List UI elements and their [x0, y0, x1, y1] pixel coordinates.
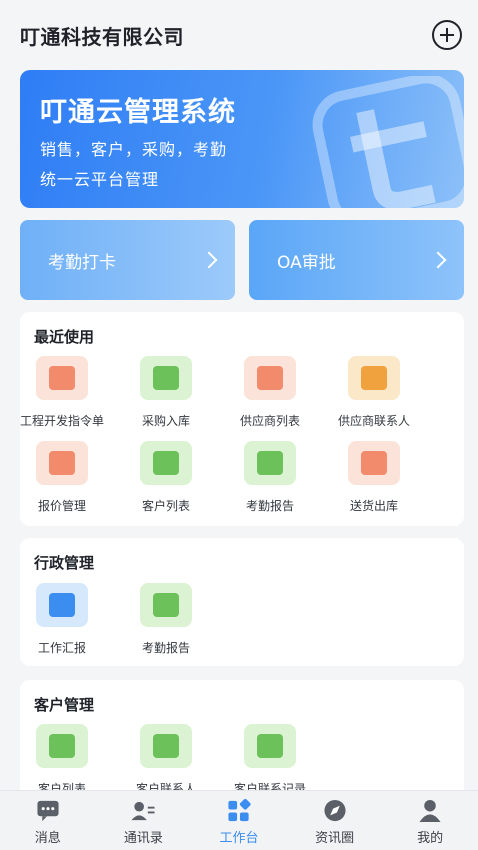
- app-shortcut[interactable]: 客户列表: [7, 724, 117, 797]
- app-shortcut[interactable]: 供应商联系人: [319, 356, 429, 429]
- bottom-tab-bar: 消息 通讯录 工作台 资讯圈 我的: [0, 790, 478, 850]
- app-label: 工作汇报: [37, 641, 86, 655]
- icon-glyph: [361, 451, 387, 475]
- tab-compass[interactable]: 资讯圈: [287, 791, 383, 850]
- chevron-right-icon: [429, 251, 447, 269]
- supplier-store-icon: [244, 356, 296, 400]
- add-circle-icon[interactable]: [432, 20, 462, 50]
- compass-icon: [324, 799, 346, 822]
- chevron-right-icon: [200, 251, 218, 269]
- oa-approval-button[interactable]: OA审批: [249, 220, 464, 300]
- tab-label: 消息: [34, 831, 61, 846]
- company-title: 叮通科技有限公司: [20, 24, 184, 49]
- attendance-checkin-button[interactable]: 考勤打卡: [20, 220, 235, 300]
- stack-icon: [36, 356, 88, 400]
- delivery-truck-icon: [348, 441, 400, 485]
- app-label: 工程开发指令单: [19, 414, 104, 428]
- app-shortcut[interactable]: 供应商列表: [215, 356, 325, 429]
- app-shortcut[interactable]: 报价管理: [7, 441, 117, 514]
- app-label: 送货出库: [349, 499, 398, 513]
- app-shortcut[interactable]: 考勤报告: [215, 441, 325, 514]
- tab-label: 工作台: [219, 831, 259, 846]
- icon-glyph: [153, 366, 179, 390]
- app-shortcut[interactable]: 工程开发指令单: [7, 356, 117, 429]
- app-shortcut[interactable]: 客户联系人: [111, 724, 221, 797]
- icon-glyph: [153, 593, 179, 617]
- section-title: 行政管理: [34, 554, 95, 572]
- icon-glyph: [361, 366, 387, 390]
- icon-glyph: [257, 366, 283, 390]
- warehouse-truck-icon: [140, 356, 192, 400]
- app-label: 采购入库: [141, 414, 190, 428]
- icon-glyph: [49, 593, 75, 617]
- app-label: 客户列表: [141, 499, 190, 513]
- contact-book-icon: [348, 356, 400, 400]
- system-banner[interactable]: 叮通云管理系统 销售，客户，采购，考勤 统一云平台管理: [20, 70, 464, 208]
- tab-label: 我的: [417, 831, 444, 846]
- app-shortcut[interactable]: 客户列表: [111, 441, 221, 514]
- report-edit-icon: [36, 583, 88, 627]
- app-header: 叮通科技有限公司: [0, 0, 478, 70]
- calendar-chart-icon: [140, 583, 192, 627]
- app-shortcut[interactable]: 考勤报告: [111, 583, 221, 656]
- customer-check-icon: [140, 441, 192, 485]
- icon-glyph: [49, 366, 75, 390]
- calendar-chart-icon: [244, 441, 296, 485]
- tab-label: 资讯圈: [315, 831, 355, 846]
- customer-check-icon: [36, 724, 88, 768]
- tab-workbench[interactable]: 工作台: [191, 791, 287, 850]
- app-label: 考勤报告: [245, 499, 294, 513]
- app-shortcut[interactable]: 工作汇报: [7, 583, 117, 656]
- workbench-icon: [228, 799, 251, 822]
- app-shortcut[interactable]: 客户联系记录: [215, 724, 325, 797]
- phone-record-icon: [244, 724, 296, 768]
- yuan-quote-icon: [36, 441, 88, 485]
- app-label: 报价管理: [37, 499, 86, 513]
- app-label: 供应商联系人: [337, 414, 410, 428]
- section-title: 客户管理: [34, 696, 95, 714]
- tab-contacts[interactable]: 通讯录: [96, 791, 192, 850]
- icon-glyph: [257, 451, 283, 475]
- admin-section: 行政管理 工作汇报 考勤报告: [20, 538, 464, 666]
- attendance-checkin-label: 考勤打卡: [48, 252, 116, 273]
- contact-book-icon: [140, 724, 192, 768]
- app-shortcut[interactable]: 采购入库: [111, 356, 221, 429]
- banner-title: 叮通云管理系统: [40, 97, 236, 128]
- icon-glyph: [257, 734, 283, 758]
- recent-section: 最近使用 工程开发指令单 采购入库 供应商列表 供应商联系人报价管理 客户列表 考勤报告 送…: [20, 312, 464, 526]
- message-icon: [37, 800, 59, 822]
- brand-logo-watermark-icon: [312, 76, 464, 208]
- icon-glyph: [153, 451, 179, 475]
- banner-subtitle-1: 销售，客户，采购，考勤: [40, 140, 228, 159]
- tab-profile[interactable]: 我的: [382, 791, 478, 850]
- profile-icon: [419, 799, 441, 823]
- app-shortcut[interactable]: 送货出库: [319, 441, 429, 514]
- tab-message[interactable]: 消息: [0, 791, 96, 850]
- app-label: 考勤报告: [141, 641, 190, 655]
- icon-glyph: [49, 451, 75, 475]
- section-title: 最近使用: [34, 328, 95, 346]
- banner-subtitle-2: 统一云平台管理: [40, 170, 160, 189]
- icon-glyph: [153, 734, 179, 758]
- icon-glyph: [49, 734, 75, 758]
- tab-label: 通讯录: [123, 831, 163, 846]
- contacts-icon: [131, 801, 155, 821]
- oa-approval-label: OA审批: [277, 252, 336, 273]
- app-label: 供应商列表: [239, 414, 300, 428]
